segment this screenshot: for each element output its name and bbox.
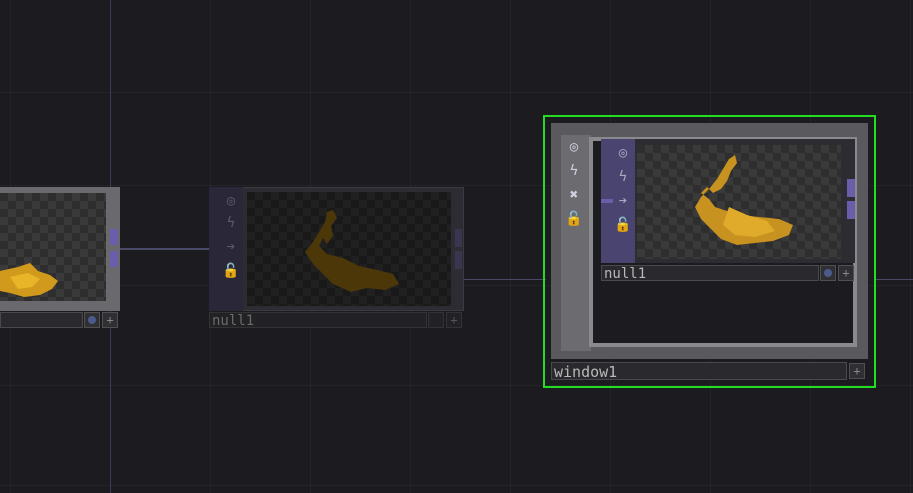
left-node-display-flag[interactable] [84, 312, 100, 328]
inner-null-display-flag[interactable] [820, 265, 836, 281]
close-icon[interactable]: ✖ [564, 185, 584, 205]
inner-null-output-connector[interactable] [847, 179, 855, 197]
arrow-icon[interactable]: ➔ [613, 191, 633, 211]
left-node-output-connector-2[interactable] [110, 251, 118, 267]
left-node-output-connector[interactable] [110, 229, 118, 245]
lock-icon[interactable]: 🔓 [564, 209, 584, 229]
wire-null-to-window [462, 279, 546, 280]
inner-null-name[interactable]: null1 [601, 265, 819, 282]
window-input-connector[interactable] [601, 199, 613, 203]
plus-icon[interactable]: + [838, 265, 854, 281]
wire-window-out [874, 279, 913, 280]
lock-icon[interactable]: 🔓 [221, 261, 241, 281]
wire-left-to-null [118, 248, 212, 250]
lake-image [305, 210, 399, 292]
null-node[interactable]: ◎ ϟ ➔ 🔓 null1 + [209, 187, 464, 330]
lake-image [0, 263, 58, 297]
target-icon[interactable]: ◎ [613, 143, 633, 163]
lightning-icon[interactable]: ϟ [613, 167, 633, 187]
lock-icon[interactable]: 🔓 [613, 215, 633, 235]
lightning-icon[interactable]: ϟ [564, 161, 584, 181]
window-node[interactable]: ◎ ϟ ✖ 🔓 ◎ ϟ ➔ 🔓 null1 + window1 + [543, 115, 876, 388]
plus-icon[interactable]: + [849, 363, 865, 379]
plus-icon[interactable]: + [102, 312, 118, 328]
left-node-name[interactable] [0, 312, 83, 328]
lake-image [695, 155, 793, 245]
inner-null-preview [637, 145, 841, 259]
null-node-output-connector[interactable] [455, 229, 462, 247]
null-node-preview [247, 192, 451, 306]
left-node[interactable]: + [0, 187, 120, 330]
left-node-preview [0, 193, 106, 301]
target-icon[interactable]: ◎ [221, 191, 241, 211]
null-node-display-flag[interactable] [428, 312, 444, 328]
window-node-name[interactable]: window1 [551, 362, 847, 381]
arrow-icon[interactable]: ➔ [221, 237, 241, 257]
null-node-output-connector-2[interactable] [455, 251, 462, 269]
lightning-icon[interactable]: ϟ [221, 213, 241, 233]
inner-null-node[interactable]: ◎ ϟ ➔ 🔓 null1 + [601, 139, 855, 282]
target-icon[interactable]: ◎ [564, 137, 584, 157]
null-node-name[interactable]: null1 [209, 312, 427, 329]
inner-null-output-connector-2[interactable] [847, 201, 855, 219]
plus-icon[interactable]: + [446, 312, 462, 328]
